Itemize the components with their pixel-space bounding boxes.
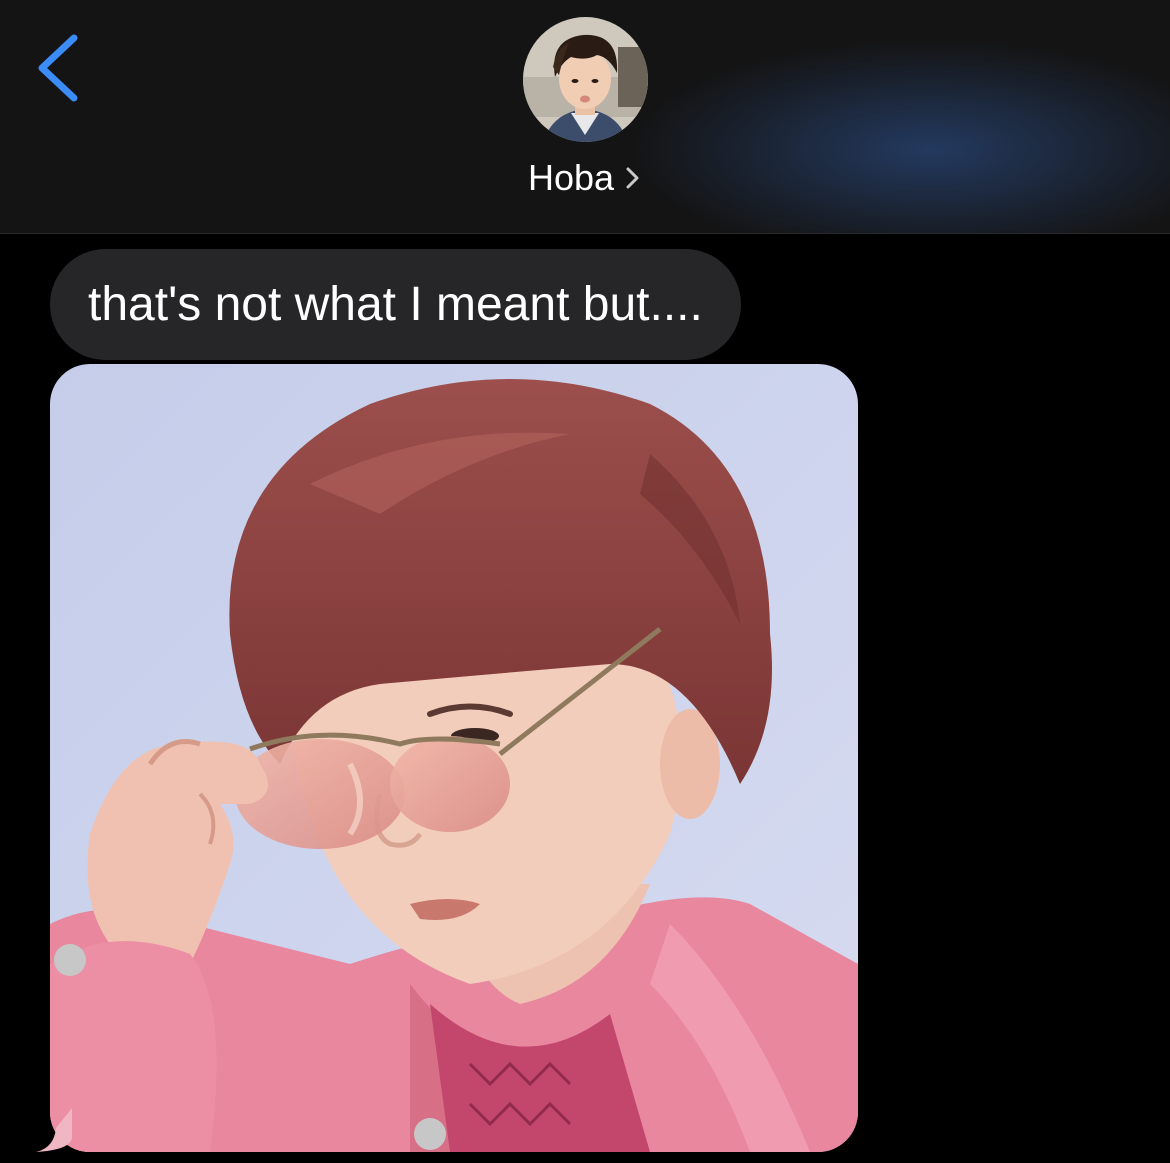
messages-screen: Hoba that's not what I meant but.... <box>0 0 1170 1163</box>
contact-avatar[interactable] <box>523 17 648 142</box>
conversation-header: Hoba <box>0 0 1170 234</box>
message-text: that's not what I meant but.... <box>88 278 703 331</box>
avatar-photo <box>523 17 648 142</box>
message-bubble-text[interactable]: that's not what I meant but.... <box>50 249 741 360</box>
message-photo <box>50 364 858 1152</box>
chevron-left-icon <box>38 34 78 102</box>
message-bubble-image[interactable] <box>50 364 858 1152</box>
back-button[interactable] <box>30 28 90 108</box>
contact-name: Hoba <box>527 157 615 198</box>
chevron-right-icon <box>624 154 642 206</box>
bubble-tail <box>32 1108 92 1156</box>
contact-name-button[interactable]: Hoba <box>0 152 1170 206</box>
